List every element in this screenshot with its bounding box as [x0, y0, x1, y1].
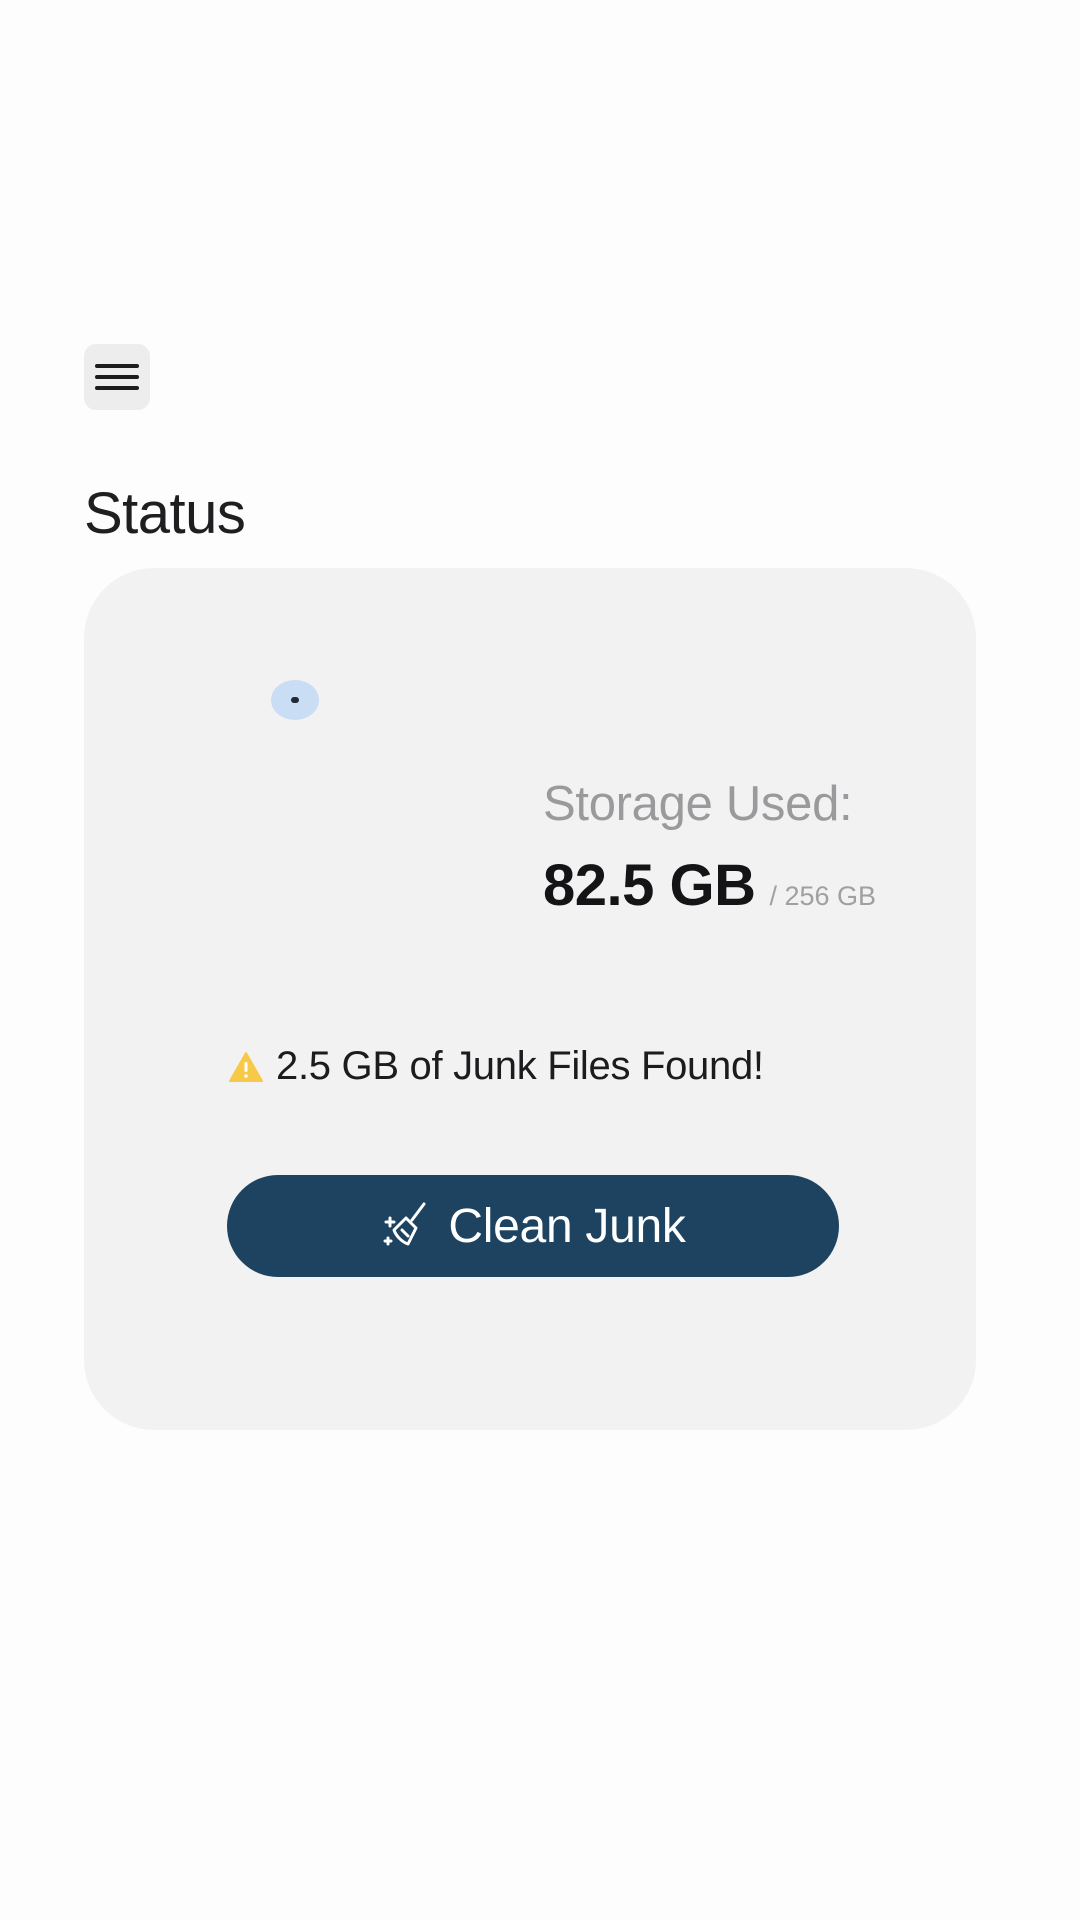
storage-used-value: 82.5 GB — [543, 853, 756, 918]
status-card: Storage Used: 82.5 GB / 256 GB 2.5 GB of… — [84, 568, 976, 1430]
hamburger-menu-icon — [95, 364, 139, 390]
clean-junk-label: Clean Junk — [448, 1199, 686, 1253]
storage-total-value: / 256 GB — [769, 881, 877, 911]
storage-value-row: 82.5 GB / 256 GB — [543, 852, 876, 919]
junk-files-message: 2.5 GB of Junk Files Found! — [228, 1044, 764, 1089]
clean-junk-button[interactable]: Clean Junk — [227, 1175, 839, 1277]
storage-label: Storage Used: — [543, 777, 853, 831]
storage-ring-indicator — [271, 680, 319, 720]
junk-files-text: 2.5 GB of Junk Files Found! — [276, 1044, 764, 1088]
menu-button[interactable] — [84, 344, 150, 410]
broom-sparkle-icon — [383, 1202, 426, 1246]
warning-icon — [229, 1051, 263, 1082]
page-title: Status — [84, 481, 246, 546]
